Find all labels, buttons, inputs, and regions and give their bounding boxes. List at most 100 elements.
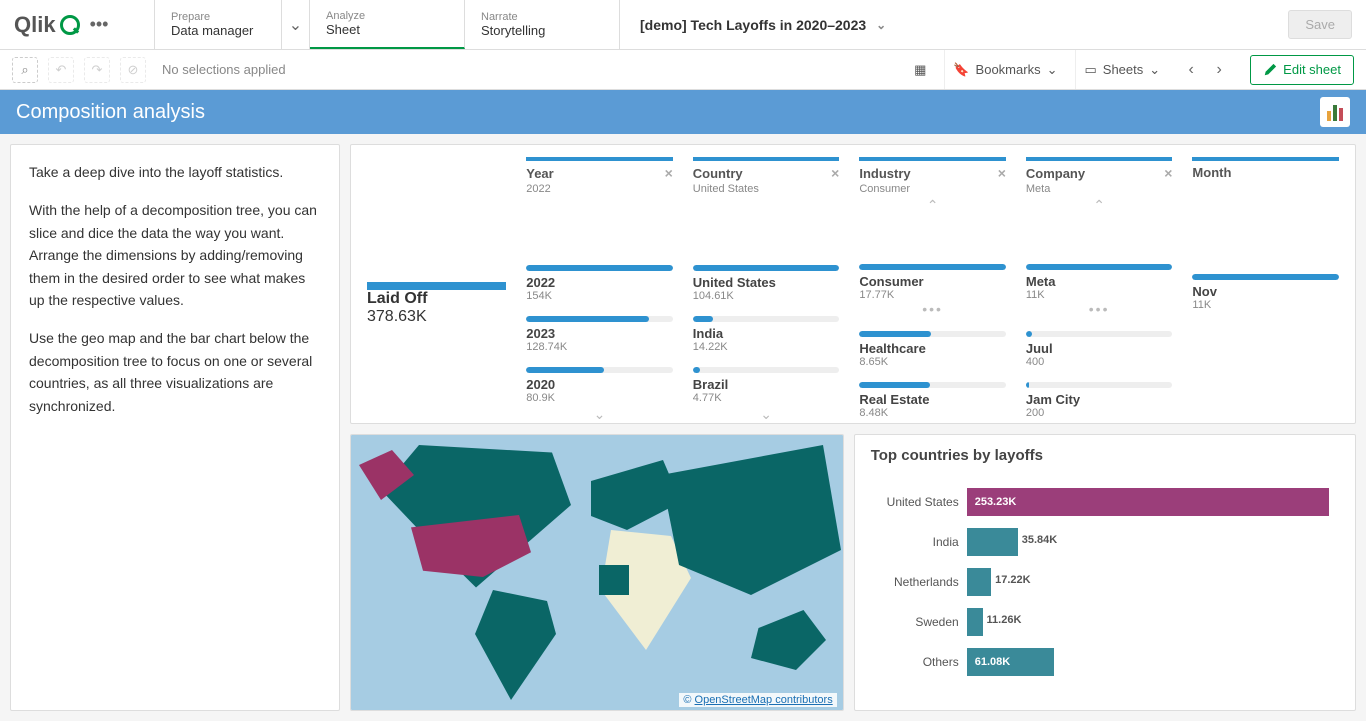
bottom-row: © OpenStreetMap contributors Top countri… (350, 434, 1356, 711)
next-sheet-button[interactable]: › (1206, 57, 1232, 83)
decomp-node[interactable]: 2022 154K (526, 265, 673, 302)
intro-paragraph-1: Take a deep dive into the layoff statist… (29, 161, 321, 183)
close-icon[interactable]: × (1164, 165, 1172, 181)
map-background (351, 435, 843, 710)
tab-prepare[interactable]: Prepare Data manager ⌄ (155, 0, 310, 49)
chevron-down-icon[interactable]: ⌄ (281, 0, 309, 49)
map-region (751, 610, 826, 670)
tab-prepare-big: Data manager (171, 23, 269, 38)
decomp-node[interactable]: Meta 11K ••• (1026, 264, 1173, 317)
bar-label: United States (871, 495, 959, 509)
bar-row[interactable]: Others 61.08K (871, 642, 1339, 682)
tab-analyze[interactable]: Analyze Sheet (310, 0, 465, 49)
decomp-node[interactable]: India 14.22K (693, 316, 840, 353)
decomp-column-header[interactable]: Company× (1026, 157, 1173, 181)
intro-paragraph-2: With the help of a decomposition tree, y… (29, 199, 321, 311)
decomp-column-sub: 2022 (526, 183, 673, 195)
decomp-column-month: Month Nov 11K (1192, 157, 1339, 411)
decomp-node[interactable]: Brazil 4.77K (693, 367, 840, 404)
sheet-icon: ▭ (1084, 62, 1096, 78)
bar-fill (967, 568, 992, 596)
insight-badge-icon[interactable] (1320, 97, 1350, 127)
close-icon[interactable]: × (665, 165, 673, 181)
qlik-logo: Qlik (14, 12, 80, 38)
save-button: Save (1288, 10, 1352, 39)
close-icon[interactable]: × (998, 165, 1006, 181)
step-forward-icon: ↷ (84, 57, 110, 83)
clear-selections-icon: ⊘ (120, 57, 146, 83)
bar-row[interactable]: Sweden 11.26K (871, 602, 1339, 642)
decomp-node[interactable]: Real Estate 8.48K (859, 382, 1006, 419)
osm-link[interactable]: OpenStreetMap contributors (695, 694, 833, 706)
bar-track: 17.22K (967, 568, 1339, 596)
bookmarks-label: Bookmarks (976, 62, 1041, 77)
chevron-up-icon[interactable]: ⌃ (1026, 195, 1173, 216)
decomp-node[interactable]: Jam City 200 (1026, 382, 1173, 419)
map-region (466, 590, 556, 700)
decomp-column-sub: United States (693, 183, 840, 195)
selection-bar: ⌕ ↶ ↷ ⊘ No selections applied ▦ 🔖 Bookma… (0, 50, 1366, 90)
tab-narrate-big: Storytelling (481, 23, 603, 38)
bookmark-icon: 🔖 (953, 62, 969, 78)
sheets-dropdown[interactable]: ▭ Sheets ⌄ (1075, 50, 1168, 89)
bar-value: 253.23K (975, 496, 1017, 508)
chevron-down-icon: ⌄ (1149, 62, 1160, 78)
bar-track: 61.08K (967, 648, 1339, 676)
bar-value: 61.08K (975, 656, 1010, 668)
intro-text-panel: Take a deep dive into the layoff statist… (10, 144, 340, 711)
decomp-node[interactable]: 2023 128.74K (526, 316, 673, 353)
chevron-down-icon[interactable]: ⌄ (526, 404, 673, 424)
bar-fill (967, 608, 983, 636)
app-title-dropdown[interactable]: [demo] Tech Layoffs in 2020–2023 ⌄ (620, 0, 1288, 49)
app-title-text: [demo] Tech Layoffs in 2020–2023 (640, 17, 866, 33)
tab-narrate[interactable]: Narrate Storytelling (465, 0, 620, 49)
tab-narrate-small: Narrate (481, 11, 603, 23)
chevron-down-icon[interactable]: ⌄ (693, 404, 840, 424)
intro-paragraph-3: Use the geo map and the bar chart below … (29, 327, 321, 417)
decomp-node[interactable]: 2020 80.9K (526, 367, 673, 404)
decomp-column-country: Country× United States United States 104… (693, 157, 840, 411)
decomp-column-industry: Industry× Consumer⌃ Consumer 17.77K ••• … (859, 157, 1006, 411)
prev-sheet-button[interactable]: ‹ (1178, 57, 1204, 83)
bar-fill: 253.23K (967, 488, 1330, 516)
decomp-root-column: Laid Off 378.63K (367, 157, 506, 411)
decomp-node[interactable]: Nov 11K (1192, 274, 1339, 311)
pencil-icon (1263, 63, 1277, 77)
geo-map[interactable]: © OpenStreetMap contributors (350, 434, 844, 711)
step-back-icon: ↶ (48, 57, 74, 83)
close-icon[interactable]: × (831, 165, 839, 181)
more-dots-icon[interactable]: ••• (1026, 301, 1173, 317)
decomp-root-node[interactable]: Laid Off 378.63K (367, 282, 506, 326)
decomp-column-header[interactable]: Month (1192, 157, 1339, 180)
bar-chart-panel[interactable]: Top countries by layoffs United States 2… (854, 434, 1356, 711)
decomp-column-header[interactable]: Year× (526, 157, 673, 181)
decomp-node[interactable]: Consumer 17.77K ••• (859, 264, 1006, 317)
bar-chart-title: Top countries by layoffs (871, 447, 1339, 464)
decomposition-tree[interactable]: Laid Off 378.63K Year× 2022 2022 154K 20… (350, 144, 1356, 424)
chevron-up-icon[interactable]: ⌃ (859, 195, 1006, 216)
tab-analyze-big: Sheet (326, 22, 448, 37)
bar-row[interactable]: United States 253.23K (871, 482, 1339, 522)
bar-row[interactable]: India 35.84K (871, 522, 1339, 562)
smart-search-icon[interactable]: ⌕ (12, 57, 38, 83)
decomp-column-header[interactable]: Industry× (859, 157, 1006, 181)
bar-label: India (871, 535, 959, 549)
bookmarks-dropdown[interactable]: 🔖 Bookmarks ⌄ (944, 50, 1065, 89)
bar-label: Netherlands (871, 575, 959, 589)
selections-tool-icon[interactable]: ▦ (906, 50, 934, 89)
more-menu-icon[interactable]: ••• (90, 14, 109, 35)
decomp-column-header[interactable]: Country× (693, 157, 840, 181)
edit-sheet-button[interactable]: Edit sheet (1250, 55, 1354, 85)
decomp-column-sub: Consumer (859, 183, 1006, 195)
chevron-down-icon[interactable]: ⌄ (859, 419, 1006, 424)
chevron-down-icon: ⌄ (876, 18, 886, 32)
more-dots-icon[interactable]: ••• (859, 301, 1006, 317)
decomp-node[interactable]: United States 104.61K (693, 265, 840, 302)
decomp-node[interactable]: Juul 400 (1026, 331, 1173, 368)
map-attribution: © OpenStreetMap contributors (679, 693, 836, 707)
chevron-down-icon[interactable]: ⌄ (1026, 419, 1173, 424)
decomp-node[interactable]: Healthcare 8.65K (859, 331, 1006, 368)
bar-row[interactable]: Netherlands 17.22K (871, 562, 1339, 602)
qlik-q-icon (60, 15, 80, 35)
bar-value: 11.26K (987, 614, 1022, 626)
